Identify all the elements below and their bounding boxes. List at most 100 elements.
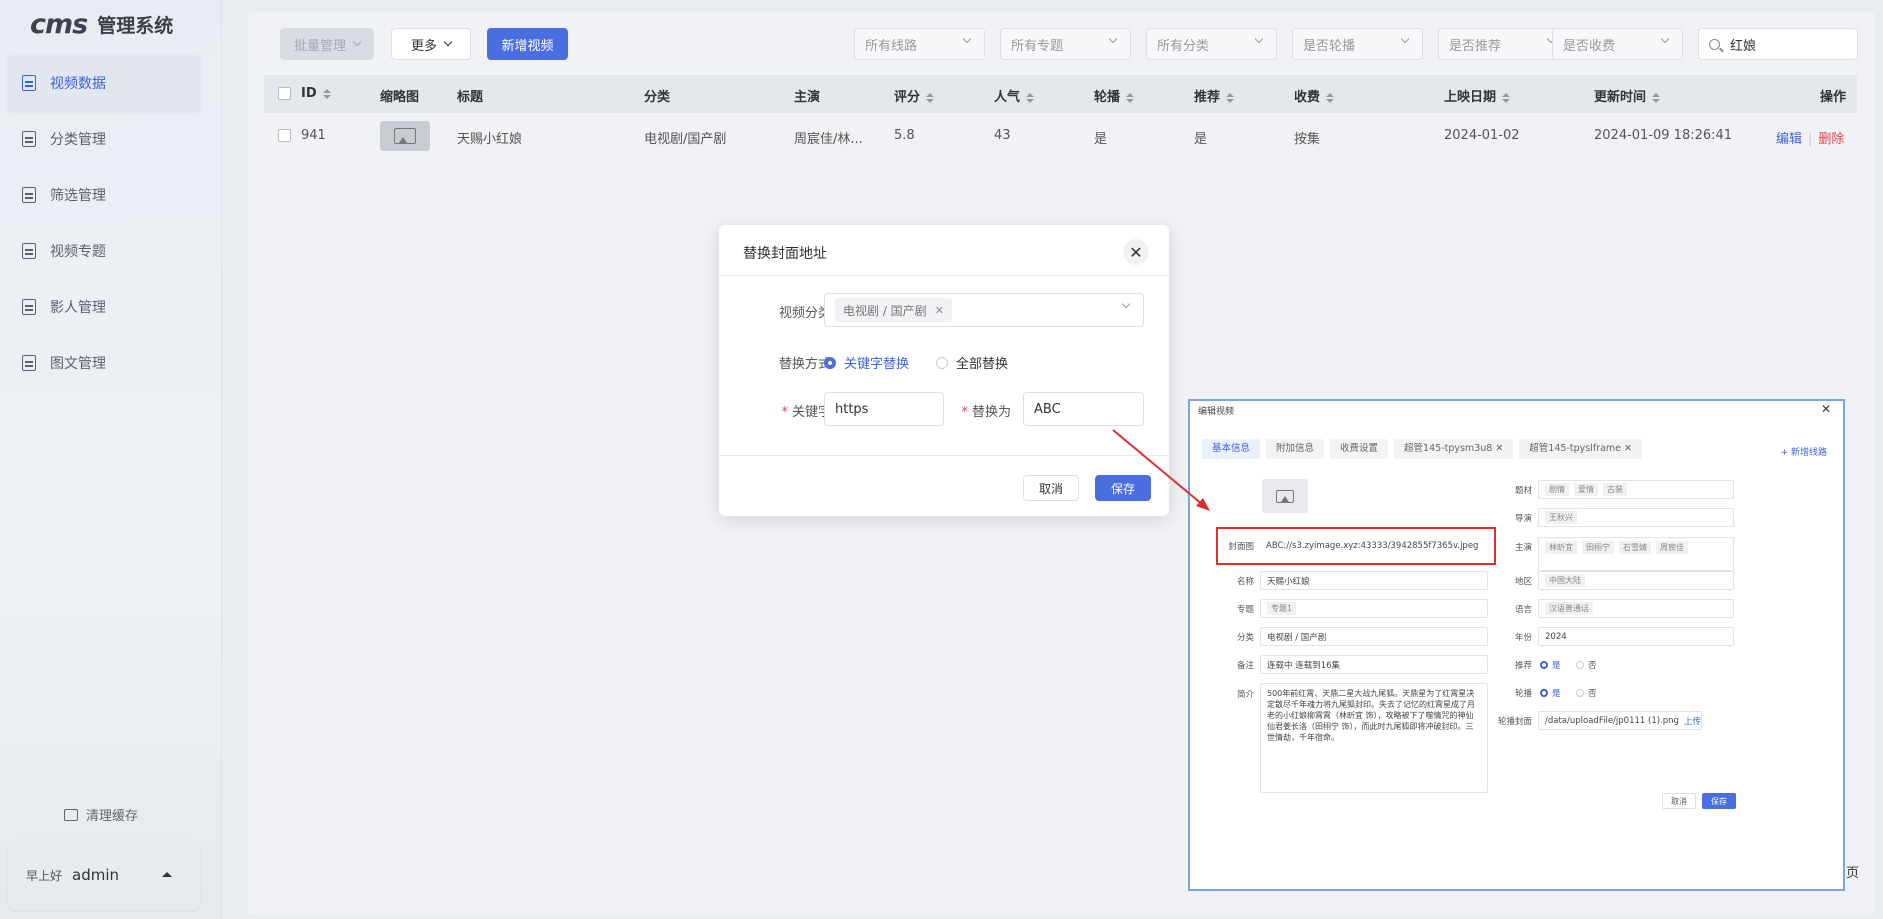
carousel-cover-input[interactable]: /data/uploadFile/jp0111 (1).png	[1538, 711, 1702, 730]
filter-charge-select[interactable]: 是否收费	[1552, 28, 1683, 60]
save-button[interactable]: 保存	[1095, 475, 1151, 501]
carousel-no-radio[interactable]: 否	[1576, 687, 1597, 699]
filter-carousel-select[interactable]: 是否轮播	[1292, 28, 1423, 60]
carousel-label: 轮播	[1514, 689, 1532, 699]
director-select[interactable]: 王秋兴	[1538, 508, 1734, 527]
cancel-button[interactable]: 取消	[1023, 475, 1079, 501]
filter-category-select[interactable]: 所有分类	[1146, 28, 1277, 60]
image-icon	[394, 128, 416, 144]
caret-up-icon	[162, 872, 172, 877]
recommend-no-radio[interactable]: 否	[1576, 659, 1597, 671]
col-carousel[interactable]: 轮播	[1094, 86, 1135, 105]
cover-input[interactable]: ABC://s3.zyimage.xyz:43333/3942855f7365v…	[1260, 536, 1488, 555]
col-id[interactable]: ID	[301, 86, 331, 101]
remark-input[interactable]: 连载中 连载到16集	[1260, 655, 1488, 674]
sidebar-item-article[interactable]: 图文管理	[8, 335, 200, 391]
col-title: 标题	[457, 90, 484, 105]
sidebar-item-label: 筛选管理	[50, 188, 106, 204]
batch-manage-button[interactable]: 批量管理	[280, 28, 374, 60]
replace-input[interactable]: ABC	[1023, 392, 1144, 426]
inset-save-button[interactable]: 保存	[1702, 793, 1736, 809]
chevron-down-icon	[1254, 34, 1264, 44]
more-button[interactable]: 更多	[391, 28, 471, 60]
row-popularity: 43	[994, 128, 1011, 143]
theme-select[interactable]: 剧情 爱情 古装	[1538, 480, 1734, 499]
sidebar-item-people[interactable]: 影人管理	[8, 279, 200, 335]
close-icon[interactable]: ✕	[1123, 239, 1149, 265]
actor-tag: 田栩宁	[1582, 541, 1614, 554]
region-select[interactable]: 中国大陆	[1538, 571, 1734, 590]
col-score[interactable]: 评分	[894, 86, 935, 105]
pagination-fragment: 页	[1846, 866, 1860, 881]
replace-label: * 替换为	[961, 405, 1011, 420]
add-line-link[interactable]: + 新增线路	[1781, 445, 1827, 458]
col-recommend[interactable]: 推荐	[1194, 86, 1235, 105]
tab-line-frame[interactable]: 超管145-tpyslframe ✕	[1519, 439, 1642, 459]
topic-select[interactable]: 专题1	[1260, 599, 1488, 618]
col-updated[interactable]: 更新时间	[1594, 86, 1661, 105]
radio-dot-icon	[936, 356, 948, 369]
upload-link[interactable]: 上传	[1684, 715, 1728, 727]
chevron-down-icon	[962, 34, 972, 44]
tab-extra-info[interactable]: 附加信息	[1266, 439, 1325, 459]
sidebar-item-filter[interactable]: 筛选管理	[8, 167, 200, 223]
keyword-replace-radio[interactable]: 关键字替换	[824, 353, 909, 372]
tag-close-icon[interactable]: ✕	[935, 304, 944, 317]
actor-label: 主演	[1514, 543, 1532, 553]
filter-recommend-select[interactable]: 是否推荐	[1438, 28, 1569, 60]
edit-video-preview: 编辑视频 ✕ 基本信息 附加信息 收费设置 超管145-tpysm3u8 ✕ 超…	[1188, 399, 1845, 891]
method-label: 替换方式	[778, 357, 831, 372]
select-all-checkbox[interactable]	[278, 87, 291, 100]
filter-line-select[interactable]: 所有线路	[854, 28, 985, 60]
inset-cancel-button[interactable]: 取消	[1662, 793, 1696, 809]
user-menu[interactable]: 早上好 admin	[8, 840, 200, 910]
director-label: 导演	[1514, 514, 1532, 524]
filter-carousel-label: 是否轮播	[1303, 38, 1356, 54]
topic-label: 专题	[1236, 605, 1254, 615]
edit-link[interactable]: 编辑	[1776, 132, 1802, 147]
add-video-button[interactable]: 新增视频	[487, 28, 568, 60]
sidebar-item-category[interactable]: 分类管理	[8, 111, 200, 167]
sidebar-item-topic[interactable]: 视频专题	[8, 223, 200, 279]
col-release[interactable]: 上映日期	[1444, 86, 1511, 105]
category-select[interactable]: 电视剧 / 国产剧	[1260, 627, 1488, 646]
row-thumbnail[interactable]	[380, 121, 430, 151]
row-checkbox[interactable]	[278, 129, 291, 142]
search-value: 红娘	[1730, 38, 1757, 54]
lang-label: 语言	[1514, 605, 1532, 615]
clear-cache-button[interactable]: 清理缓存	[64, 805, 138, 824]
category-select[interactable]: 电视剧 / 国产剧 ✕	[824, 293, 1144, 327]
col-recommend-label: 推荐	[1194, 90, 1221, 105]
col-popularity[interactable]: 人气	[994, 86, 1035, 105]
tab-line-m3u8[interactable]: 超管145-tpysm3u8 ✕	[1394, 439, 1514, 459]
actor-select[interactable]: 林昕宜 田栩宁 石雪婧 周宸佳	[1538, 537, 1734, 571]
col-charge[interactable]: 收费	[1294, 86, 1335, 105]
intro-textarea[interactable]: 500年前红霄、天鼎二星大战九尾狐。天鼎星为了红霄星决定散尽千年魂力将九尾狐封印…	[1260, 683, 1488, 793]
sort-icon	[926, 92, 935, 103]
lang-select[interactable]: 汉语普通话	[1538, 599, 1734, 618]
year-input[interactable]: 2024	[1538, 627, 1734, 646]
document-icon	[22, 243, 36, 259]
basket-icon	[64, 808, 78, 821]
document-icon	[22, 131, 36, 147]
carousel-yes-radio[interactable]: 是	[1540, 687, 1561, 699]
radio-dot-icon	[1540, 689, 1548, 697]
search-input[interactable]: 红娘	[1698, 28, 1858, 60]
name-input[interactable]: 天赐小红娘	[1260, 571, 1488, 590]
tab-basic-info[interactable]: 基本信息	[1202, 439, 1261, 459]
radio-dot-icon	[824, 356, 836, 369]
row-id: 941	[301, 128, 326, 143]
tab-charge-settings[interactable]: 收费设置	[1330, 439, 1389, 459]
delete-link[interactable]: 删除	[1818, 132, 1844, 147]
action-divider: |	[1808, 132, 1813, 147]
radio-dot-icon	[1576, 661, 1584, 669]
theme-tag: 古装	[1603, 483, 1627, 496]
name-label: 名称	[1236, 577, 1254, 587]
filter-topic-select[interactable]: 所有专题	[1000, 28, 1131, 60]
all-replace-radio[interactable]: 全部替换	[936, 353, 1008, 372]
col-carousel-label: 轮播	[1094, 90, 1121, 105]
recommend-yes-radio[interactable]: 是	[1540, 659, 1561, 671]
close-icon[interactable]: ✕	[1821, 402, 1831, 416]
row-charge: 按集	[1294, 132, 1321, 147]
sidebar-item-video-data[interactable]: 视频数据	[8, 55, 200, 111]
